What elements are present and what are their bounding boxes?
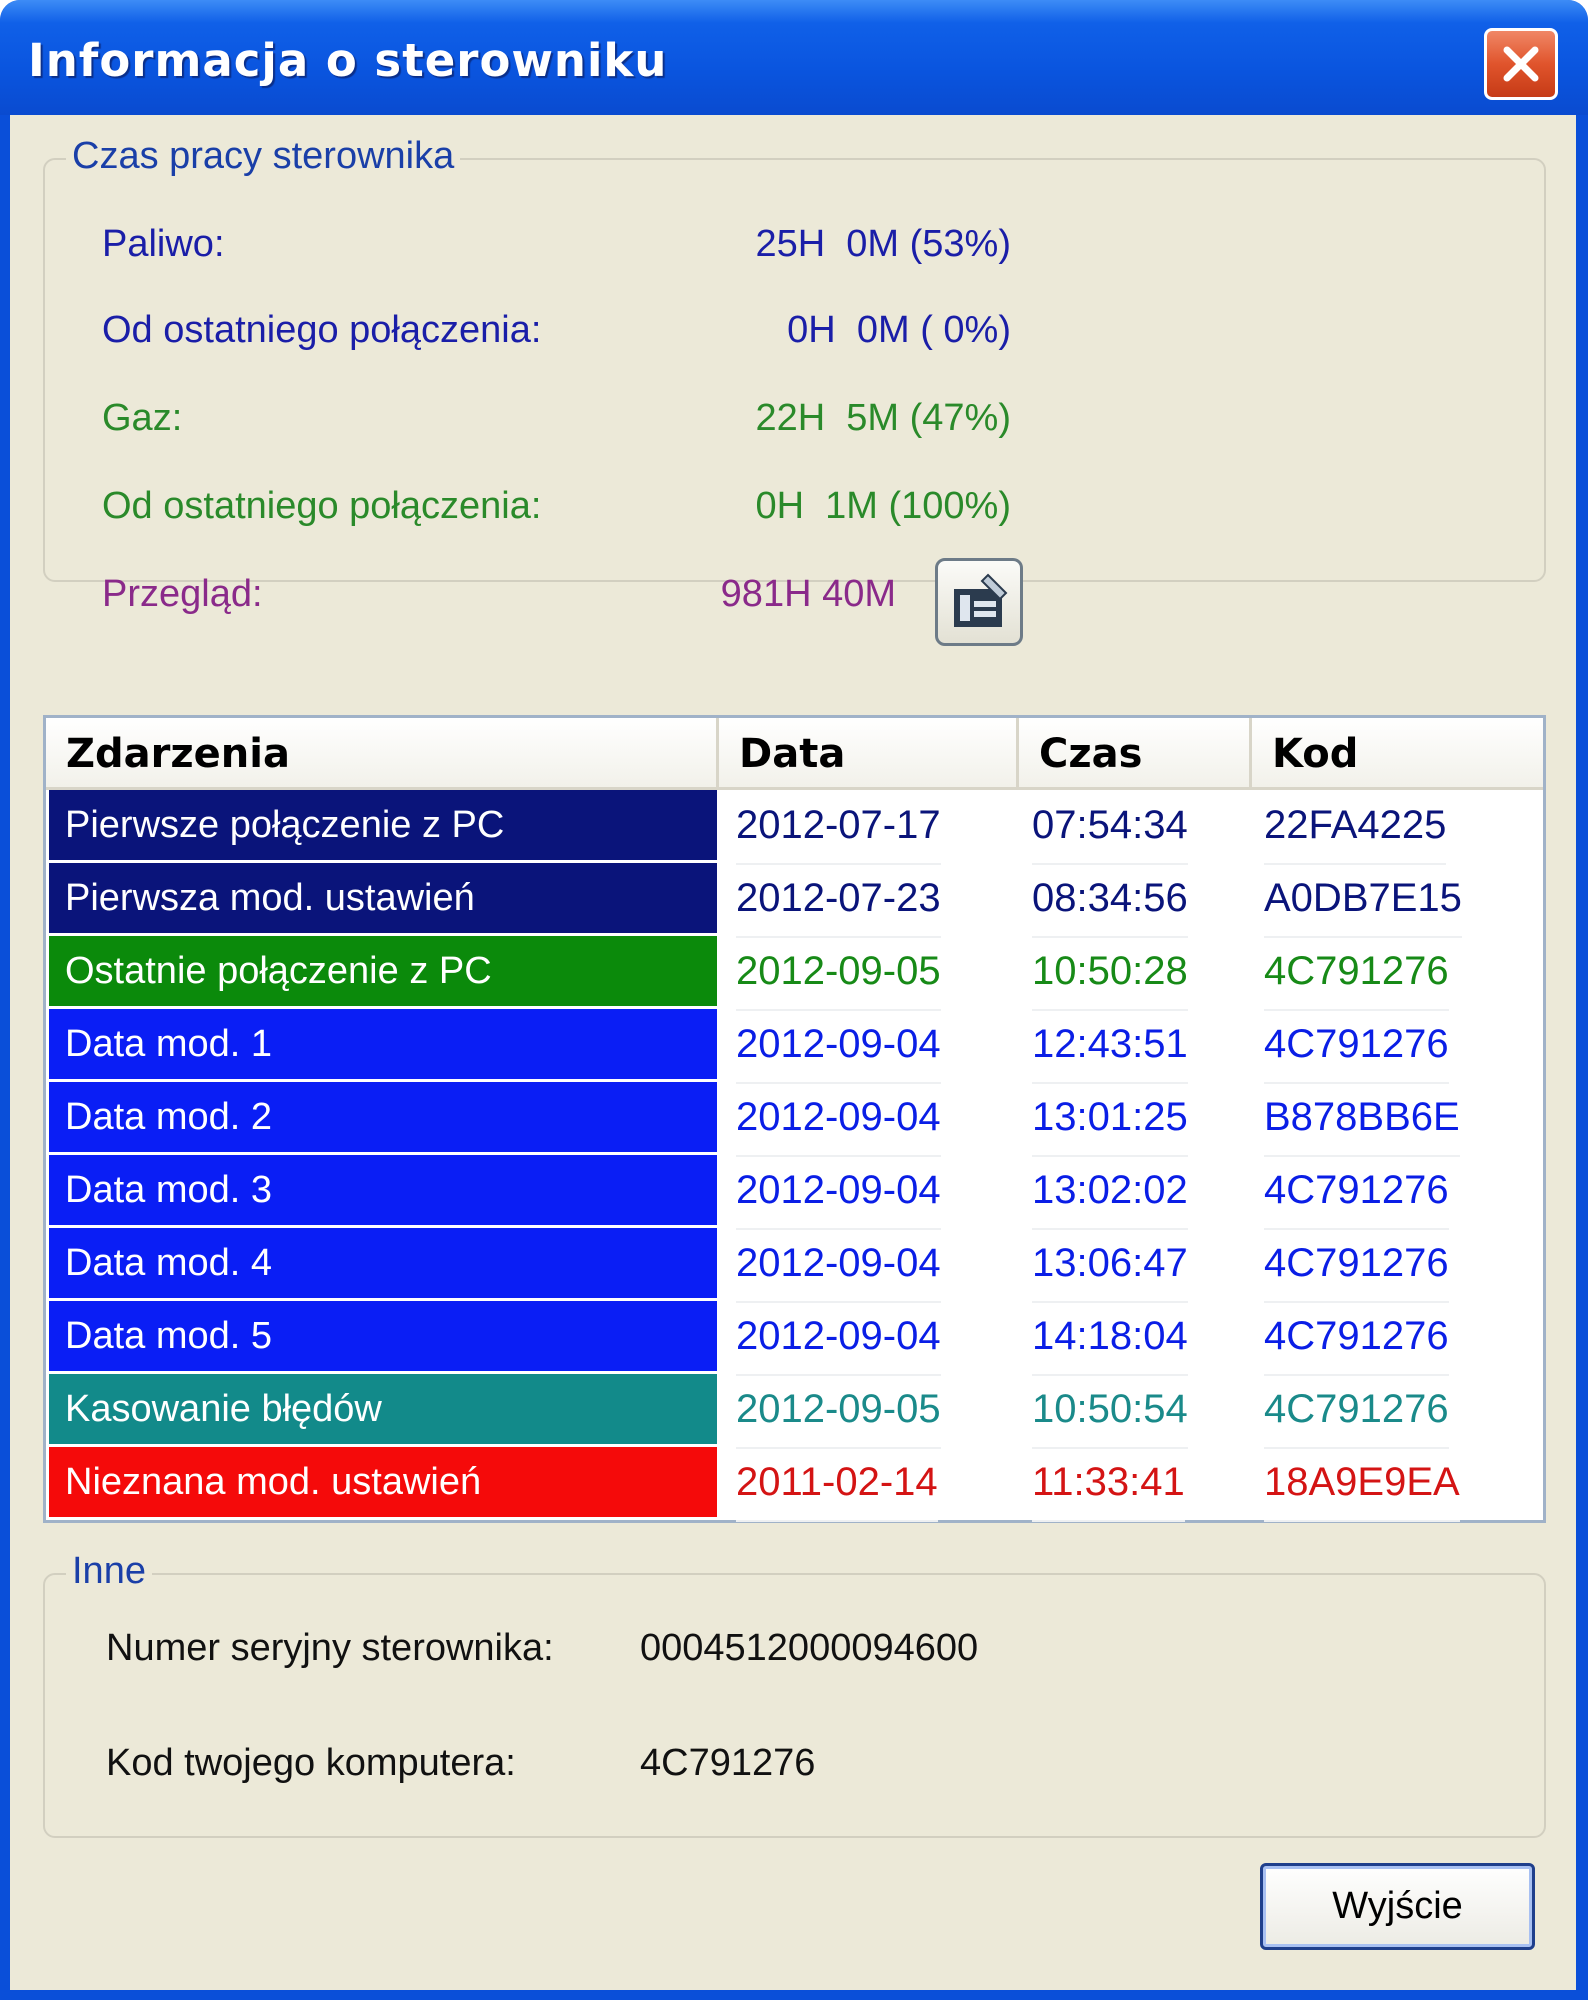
event-code: 4C791276 xyxy=(1264,1228,1449,1303)
event-time: 14:18:04 xyxy=(1032,1301,1188,1376)
other-group-legend: Inne xyxy=(66,1550,152,1593)
dialog-body: Czas pracy sterownika Paliwo: 25H 0M (53%… xyxy=(10,115,1576,1990)
events-table[interactable]: Zdarzenia Data Czas Kod Pierwsze połącze… xyxy=(43,715,1546,1523)
event-date: 2012-09-04 xyxy=(736,1009,941,1084)
serial-number-value: 0004512000094600 xyxy=(640,1627,979,1669)
table-row[interactable]: Data mod. 2 2012-09-04 13:01:25 B878BB6E xyxy=(46,1082,1543,1157)
event-time: 11:33:41 xyxy=(1032,1447,1185,1522)
table-row[interactable]: Nieznana mod. ustawień 2011-02-14 11:33:41… xyxy=(46,1447,1543,1522)
event-code: A0DB7E15 xyxy=(1264,863,1462,938)
serial-number-label: Numer seryjny sterownika: xyxy=(106,1627,554,1669)
overview-reset-button[interactable] xyxy=(935,558,1023,646)
other-group xyxy=(43,1573,1546,1838)
event-code: 4C791276 xyxy=(1264,1301,1449,1376)
uptime-label: Gaz: xyxy=(102,397,183,439)
close-icon xyxy=(1503,46,1539,82)
event-time: 13:02:02 xyxy=(1032,1155,1188,1230)
uptime-value: 22H 5M (47%) xyxy=(755,397,1011,439)
event-date: 2012-09-04 xyxy=(736,1301,941,1376)
event-date: 2012-09-04 xyxy=(736,1082,941,1157)
event-name: Pierwsze połączenie z PC xyxy=(49,790,717,860)
events-table-header: Zdarzenia Data Czas Kod xyxy=(46,718,1543,790)
exit-button[interactable]: Wyjście xyxy=(1260,1863,1535,1950)
event-date: 2012-09-05 xyxy=(736,936,941,1011)
table-row[interactable]: Pierwsze połączenie z PC 2012-07-17 07:54:… xyxy=(46,790,1543,865)
event-code: 4C791276 xyxy=(1264,1155,1449,1230)
uptime-label: Paliwo: xyxy=(102,223,225,265)
pc-code-value: 4C791276 xyxy=(640,1742,816,1784)
table-row[interactable]: Data mod. 4 2012-09-04 13:06:47 4C791276 xyxy=(46,1228,1543,1303)
event-name: Data mod. 3 xyxy=(49,1155,717,1225)
uptime-value: 0H 1M (100%) xyxy=(755,485,1011,527)
close-button[interactable] xyxy=(1484,28,1558,100)
event-time: 10:50:54 xyxy=(1032,1374,1188,1449)
event-time: 13:01:25 xyxy=(1032,1082,1188,1157)
event-name: Pierwsza mod. ustawień xyxy=(49,863,717,933)
event-time: 13:06:47 xyxy=(1032,1228,1188,1303)
column-header-event[interactable]: Zdarzenia xyxy=(46,718,719,790)
column-header-time[interactable]: Czas xyxy=(1019,718,1252,790)
event-code: 18A9E9EA xyxy=(1264,1447,1460,1522)
table-row[interactable]: Data mod. 3 2012-09-04 13:02:02 4C791276 xyxy=(46,1155,1543,1230)
event-time: 10:50:28 xyxy=(1032,936,1188,1011)
table-row[interactable]: Ostatnie połączenie z PC 2012-09-05 10:50:… xyxy=(46,936,1543,1011)
event-code: B878BB6E xyxy=(1264,1082,1460,1157)
event-name: Data mod. 2 xyxy=(49,1082,717,1152)
event-date: 2012-09-05 xyxy=(736,1374,941,1449)
uptime-group-legend: Czas pracy sterownika xyxy=(66,135,461,178)
event-code: 22FA4225 xyxy=(1264,790,1447,865)
event-name: Data mod. 1 xyxy=(49,1009,717,1079)
event-date: 2012-09-04 xyxy=(736,1228,941,1303)
uptime-value: 25H 0M (53%) xyxy=(755,223,1011,265)
pc-code-label: Kod twojego komputera: xyxy=(106,1742,516,1784)
table-row[interactable]: Data mod. 1 2012-09-04 12:43:51 4C791276 xyxy=(46,1009,1543,1084)
event-date: 2012-09-04 xyxy=(736,1155,941,1230)
uptime-label: Przegląd: xyxy=(102,573,263,615)
event-date: 2011-02-14 xyxy=(736,1447,938,1522)
dialog-window: Informacja o sterowniku Czas pracy stero… xyxy=(0,0,1588,2000)
event-name: Ostatnie połączenie z PC xyxy=(49,936,717,1006)
event-time: 07:54:34 xyxy=(1032,790,1188,865)
event-time: 08:34:56 xyxy=(1032,863,1188,938)
event-name: Data mod. 4 xyxy=(49,1228,717,1298)
column-header-code[interactable]: Kod xyxy=(1252,718,1543,790)
event-time: 12:43:51 xyxy=(1032,1009,1188,1084)
table-row[interactable]: Pierwsza mod. ustawień 2012-07-23 08:34:56… xyxy=(46,863,1543,938)
event-date: 2012-07-17 xyxy=(736,790,941,865)
uptime-label: Od ostatniego połączenia: xyxy=(102,309,542,351)
uptime-value: 981H 40M xyxy=(720,573,896,615)
event-name: Nieznana mod. ustawień xyxy=(49,1447,717,1517)
title-bar[interactable]: Informacja o sterowniku xyxy=(0,0,1588,115)
uptime-label: Od ostatniego połączenia: xyxy=(102,485,542,527)
event-name: Data mod. 5 xyxy=(49,1301,717,1371)
event-date: 2012-07-23 xyxy=(736,863,941,938)
event-code: 4C791276 xyxy=(1264,1374,1449,1449)
column-header-date[interactable]: Data xyxy=(719,718,1019,790)
table-row[interactable]: Kasowanie błędów 2012-09-05 10:50:54 4C7912… xyxy=(46,1374,1543,1449)
table-row[interactable]: Data mod. 5 2012-09-04 14:18:04 4C791276 xyxy=(46,1301,1543,1376)
window-title: Informacja o sterowniku xyxy=(28,34,668,87)
maintenance-icon xyxy=(954,573,1008,627)
uptime-value: 0H 0M ( 0%) xyxy=(787,309,1011,351)
event-code: 4C791276 xyxy=(1264,1009,1449,1084)
event-name: Kasowanie błędów xyxy=(49,1374,717,1444)
event-code: 4C791276 xyxy=(1264,936,1449,1011)
